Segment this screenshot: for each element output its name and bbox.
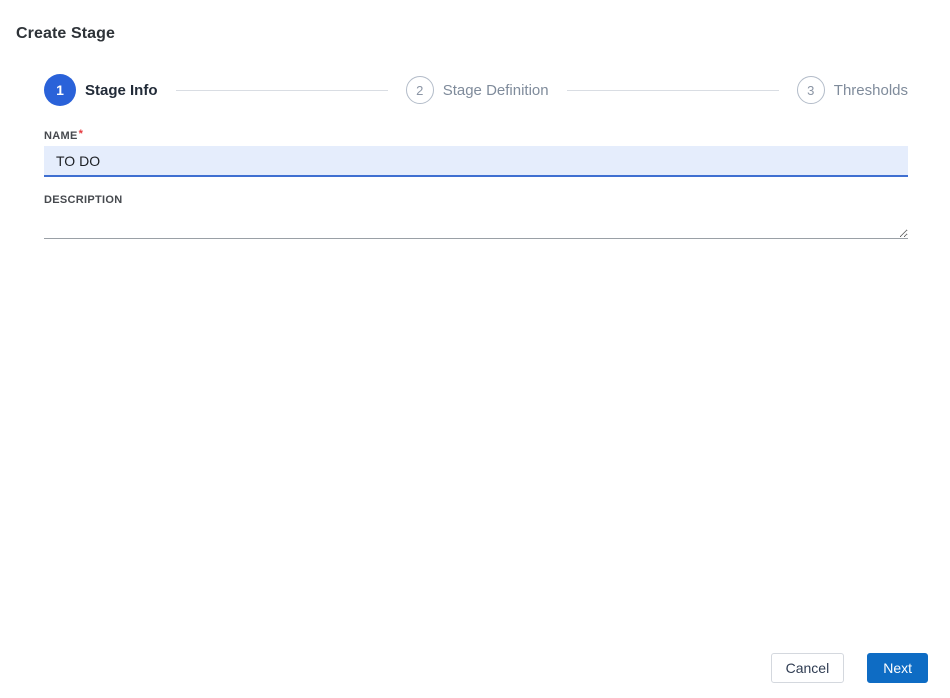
- page-title: Create Stage: [16, 25, 116, 42]
- description-label-text: DESCRIPTION: [44, 194, 123, 206]
- stepper-step-stage-definition[interactable]: 2 Stage Definition: [405, 76, 549, 104]
- step-connector-2: [566, 89, 779, 91]
- name-input[interactable]: [44, 146, 908, 177]
- stepper: 1 Stage Info 2 Stage Definition 3 Thresh…: [44, 74, 908, 106]
- name-label-text: NAME: [44, 130, 78, 142]
- step-connector-1: [175, 89, 388, 91]
- step-3-label: Thresholds: [833, 81, 908, 99]
- stepper-step-stage-info[interactable]: 1 Stage Info: [44, 74, 158, 106]
- description-field-label: DESCRIPTION: [44, 194, 122, 206]
- required-asterisk: *: [78, 128, 84, 140]
- step-2-label: Stage Definition: [442, 81, 549, 99]
- step-3-circle: 3: [796, 76, 825, 104]
- dialog-footer: Cancel Next: [770, 653, 928, 683]
- step-1-circle: 1: [44, 74, 76, 106]
- step-1-label: Stage Info: [85, 81, 158, 99]
- cancel-button[interactable]: Cancel: [770, 653, 845, 683]
- step-2-circle: 2: [405, 76, 434, 104]
- name-field-label: NAME*: [44, 128, 83, 142]
- description-textarea[interactable]: [44, 208, 908, 239]
- stepper-step-thresholds[interactable]: 3 Thresholds: [796, 76, 908, 104]
- next-button[interactable]: Next: [867, 653, 928, 683]
